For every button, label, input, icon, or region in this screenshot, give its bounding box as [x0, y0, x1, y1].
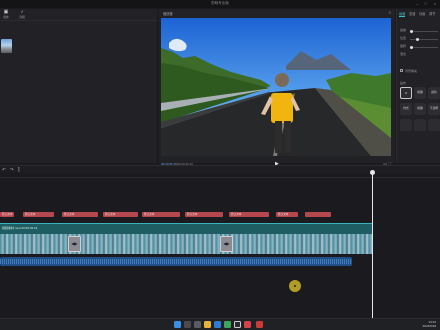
tab-audio-label: 音频 [19, 15, 25, 19]
position-slider[interactable] [410, 38, 438, 41]
minimize-icon[interactable]: – [416, 1, 418, 6]
subtitle-clip[interactable]: 默认文本 [62, 212, 98, 217]
clock-date: 2023/5/18 [422, 323, 436, 328]
start-icon[interactable] [174, 321, 181, 328]
player-panel: 播放器 ≡ 00:00:05:15 00:00:32:13 ▶ ▭ ⛶ [159, 9, 395, 167]
row-position-label: 位置 [400, 36, 407, 40]
row-rotation-label: 旋转 [400, 44, 407, 48]
search-icon[interactable] [184, 321, 191, 328]
fill-blur-option[interactable]: 模糊 [414, 87, 426, 99]
rotation-knob[interactable] [410, 46, 413, 49]
video-track-frames [0, 234, 372, 254]
window-title: 剪映专业版 [211, 1, 229, 5]
video-editor-app: 剪映专业版 – □ × ▣ 媒体 ♪ 音频 播放器 ≡ 00:00:05:15 … [0, 0, 440, 330]
media-thumbnail[interactable] [1, 39, 12, 53]
app-icon-red[interactable] [244, 321, 251, 328]
tab-media-label: 媒体 [3, 15, 9, 19]
tab-adjust[interactable]: 调节 [429, 11, 435, 16]
video-preview[interactable] [161, 18, 391, 156]
background-fill-label: 背景填充 [405, 69, 418, 73]
audio-track[interactable] [0, 257, 352, 266]
tab-speed[interactable]: 变速 [409, 11, 415, 16]
tab-animation[interactable]: 动画 [419, 11, 425, 16]
title-bar: 剪映专业版 – □ × [0, 0, 440, 8]
fill-color-option[interactable]: 颜色 [428, 87, 440, 99]
record-icon[interactable] [256, 321, 263, 328]
fill-style-option[interactable]: 样式 [400, 103, 412, 115]
video-editor-taskbar-icon[interactable] [234, 321, 241, 328]
video-frame [161, 18, 391, 156]
video-track[interactable]: 视频素材.mp4 00:00:32:13 [0, 223, 372, 254]
canvas-label: 画布 [400, 81, 407, 85]
tab-media[interactable]: ▣ 媒体 [1, 10, 11, 20]
subtitle-clip[interactable]: 默认文本 [229, 212, 269, 217]
row-scale-label: 缩放 [400, 28, 407, 32]
fill-extra-option-3[interactable] [428, 119, 440, 131]
scale-knob[interactable] [410, 30, 413, 33]
transition-marker[interactable]: ◀▶ [68, 236, 81, 252]
os-taskbar: 14:32 2023/5/18 [0, 318, 440, 330]
subtitle-clip[interactable]: 默认文本 [0, 212, 14, 217]
close-icon[interactable]: × [434, 1, 436, 6]
subtitle-clip[interactable]: 默认文本 [142, 212, 180, 217]
subtitle-clip[interactable]: 默认文本 [23, 212, 54, 217]
tab-audio[interactable]: ♪ 音频 [17, 10, 27, 20]
maximize-icon[interactable]: □ [425, 1, 427, 6]
playhead[interactable] [370, 170, 375, 318]
fill-extra-option-2[interactable] [414, 119, 426, 131]
playhead-handle[interactable] [370, 170, 375, 175]
cursor-dot [294, 285, 296, 287]
subtitle-clip[interactable]: 默认文本 [276, 212, 298, 217]
transition-marker[interactable]: ◀▶ [220, 236, 233, 252]
file-explorer-icon[interactable] [204, 321, 211, 328]
rotation-slider[interactable] [410, 46, 438, 49]
mouse-cursor-highlight [289, 280, 301, 292]
background-checkbox[interactable] [400, 69, 403, 72]
menu-icon[interactable]: ≡ [389, 10, 391, 15]
fill-none-option[interactable]: ⊘ [400, 87, 412, 99]
media-tabs: ▣ 媒体 ♪ 音频 [0, 9, 157, 21]
video-clip-label: 视频素材.mp4 00:00:32:13 [2, 226, 38, 230]
position-knob[interactable] [416, 38, 419, 41]
scale-slider[interactable] [410, 30, 438, 33]
system-clock[interactable]: 14:32 2023/5/18 [422, 320, 436, 328]
subtitle-clip[interactable]: 默认文本 [185, 212, 223, 217]
player-title: 播放器 [163, 12, 173, 16]
task-view-icon[interactable] [194, 321, 201, 328]
subtitle-clip[interactable]: 默认文本 [103, 212, 138, 217]
split-icon[interactable]: ⫿ [18, 167, 19, 172]
app-icon-green[interactable] [224, 321, 231, 328]
fill-blur2-option[interactable]: 模糊 [414, 103, 426, 115]
browser-icon[interactable] [214, 321, 221, 328]
audio-waveform [0, 259, 352, 264]
tab-canvas[interactable]: 画面 [399, 11, 406, 17]
subtitle-clip[interactable] [305, 212, 331, 217]
inspector-panel: 画面 变速 动画 调节 缩放 位置 旋转 混合 背景填充 画布 ⊘ 模糊 颜色 … [396, 9, 440, 163]
fill-extra-option-1[interactable] [400, 119, 412, 131]
fill-opacity-option[interactable]: 不透明 [428, 103, 440, 115]
row-blend-label: 混合 [400, 52, 407, 56]
media-panel: ▣ 媒体 ♪ 音频 [0, 9, 157, 163]
